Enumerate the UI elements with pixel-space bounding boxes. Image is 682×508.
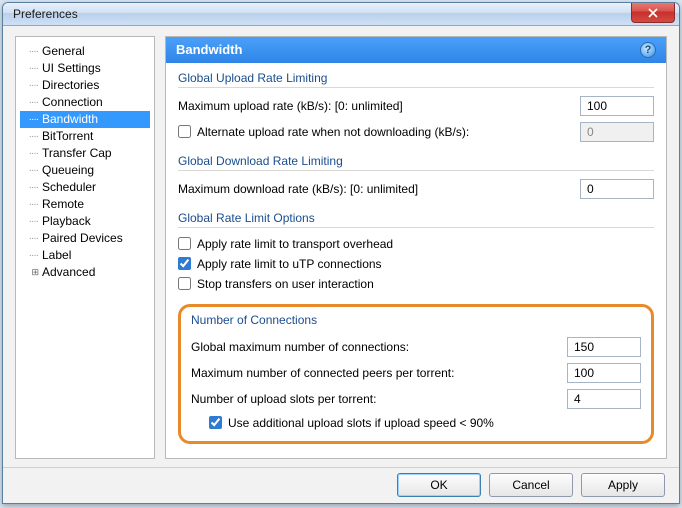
sidebar-item-label: Scheduler — [42, 180, 96, 194]
group-title: Global Download Rate Limiting — [178, 154, 654, 171]
sidebar-item-paired-devices[interactable]: ····Paired Devices — [20, 230, 150, 247]
group-title: Global Rate Limit Options — [178, 211, 654, 228]
row-global-max: Global maximum number of connections: — [191, 335, 641, 359]
sidebar-item-label: Playback — [42, 214, 91, 228]
sidebar-item-label: Paired Devices — [42, 231, 123, 245]
ok-button[interactable]: OK — [397, 473, 481, 497]
group-download-rate: Global Download Rate Limiting Maximum do… — [178, 154, 654, 201]
stop-transfers-check[interactable] — [178, 277, 191, 290]
panel-body: Global Upload Rate Limiting Maximum uplo… — [166, 63, 666, 458]
sidebar-item-label: Connection — [42, 95, 103, 109]
preferences-window: Preferences ····General ····UI Settings … — [2, 2, 680, 504]
utp-check[interactable] — [178, 257, 191, 270]
max-peers-label: Maximum number of connected peers per to… — [191, 366, 567, 380]
sidebar-item-scheduler[interactable]: ····Scheduler — [20, 179, 150, 196]
row-max-upload: Maximum upload rate (kB/s): [0: unlimite… — [178, 94, 654, 118]
transport-overhead-check[interactable] — [178, 237, 191, 250]
row-max-download: Maximum download rate (kB/s): [0: unlimi… — [178, 177, 654, 201]
sidebar-item-general[interactable]: ····General — [20, 43, 150, 60]
close-button[interactable] — [631, 3, 675, 23]
sidebar-item-transfer-cap[interactable]: ····Transfer Cap — [20, 145, 150, 162]
category-tree[interactable]: ····General ····UI Settings ····Director… — [15, 36, 155, 459]
global-max-label: Global maximum number of connections: — [191, 340, 567, 354]
max-upload-label: Maximum upload rate (kB/s): [0: unlimite… — [178, 99, 580, 113]
sidebar-item-label: Remote — [42, 197, 84, 211]
sidebar-item-label: Advanced — [42, 265, 95, 279]
sidebar-item-label: UI Settings — [42, 61, 101, 75]
row-alt-upload: Alternate upload rate when not downloadi… — [178, 120, 654, 144]
row-utp: Apply rate limit to uTP connections — [178, 254, 654, 274]
row-upload-slots: Number of upload slots per torrent: — [191, 387, 641, 411]
row-max-peers: Maximum number of connected peers per to… — [191, 361, 641, 385]
settings-panel: Bandwidth ? Global Upload Rate Limiting … — [165, 36, 667, 459]
max-download-label: Maximum download rate (kB/s): [0: unlimi… — [178, 182, 580, 196]
additional-slots-label[interactable]: Use additional upload slots if upload sp… — [228, 416, 494, 430]
help-icon[interactable]: ? — [640, 42, 656, 58]
window-title: Preferences — [13, 7, 78, 21]
dialog-footer: OK Cancel Apply — [3, 467, 679, 503]
alt-upload-label[interactable]: Alternate upload rate when not downloadi… — [197, 125, 469, 139]
max-peers-input[interactable] — [567, 363, 641, 383]
sidebar-item-label: BitTorrent — [42, 129, 93, 143]
transport-overhead-label[interactable]: Apply rate limit to transport overhead — [197, 237, 393, 251]
titlebar[interactable]: Preferences — [3, 3, 679, 26]
apply-button[interactable]: Apply — [581, 473, 665, 497]
panel-title: Bandwidth — [176, 42, 242, 57]
global-max-input[interactable] — [567, 337, 641, 357]
sidebar-item-label: Label — [42, 248, 71, 262]
sidebar-item-label: Queueing — [42, 163, 94, 177]
row-additional-slots: Use additional upload slots if upload sp… — [191, 413, 641, 433]
sidebar-item-advanced[interactable]: Advanced — [20, 264, 150, 281]
sidebar-item-connection[interactable]: ····Connection — [20, 94, 150, 111]
max-download-input[interactable] — [580, 179, 654, 199]
sidebar-item-bandwidth[interactable]: ····Bandwidth — [20, 111, 150, 128]
group-title: Number of Connections — [191, 313, 641, 329]
sidebar-item-label[interactable]: ····Label — [20, 247, 150, 264]
panel-header: Bandwidth ? — [166, 37, 666, 63]
sidebar-item-playback[interactable]: ····Playback — [20, 213, 150, 230]
sidebar-item-label: General — [42, 44, 85, 58]
group-number-connections: Number of Connections Global maximum num… — [178, 304, 654, 444]
stop-transfers-label[interactable]: Stop transfers on user interaction — [197, 277, 374, 291]
sidebar-item-label: Bandwidth — [42, 112, 98, 126]
max-upload-input[interactable] — [580, 96, 654, 116]
dialog-body: ····General ····UI Settings ····Director… — [3, 26, 679, 467]
row-stop-transfers: Stop transfers on user interaction — [178, 274, 654, 294]
cancel-button[interactable]: Cancel — [489, 473, 573, 497]
alt-upload-input — [580, 122, 654, 142]
close-icon — [648, 8, 658, 18]
sidebar-item-label: Transfer Cap — [42, 146, 112, 160]
group-upload-rate: Global Upload Rate Limiting Maximum uplo… — [178, 71, 654, 144]
alt-upload-check[interactable] — [178, 125, 191, 138]
upload-slots-input[interactable] — [567, 389, 641, 409]
additional-slots-check[interactable] — [209, 416, 222, 429]
row-transport-overhead: Apply rate limit to transport overhead — [178, 234, 654, 254]
sidebar-item-ui-settings[interactable]: ····UI Settings — [20, 60, 150, 77]
sidebar-item-remote[interactable]: ····Remote — [20, 196, 150, 213]
group-rate-options: Global Rate Limit Options Apply rate lim… — [178, 211, 654, 294]
sidebar-item-directories[interactable]: ····Directories — [20, 77, 150, 94]
sidebar-item-queueing[interactable]: ····Queueing — [20, 162, 150, 179]
sidebar-item-label: Directories — [42, 78, 99, 92]
sidebar-item-bittorrent[interactable]: ····BitTorrent — [20, 128, 150, 145]
group-title: Global Upload Rate Limiting — [178, 71, 654, 88]
utp-label[interactable]: Apply rate limit to uTP connections — [197, 257, 382, 271]
upload-slots-label: Number of upload slots per torrent: — [191, 392, 567, 406]
